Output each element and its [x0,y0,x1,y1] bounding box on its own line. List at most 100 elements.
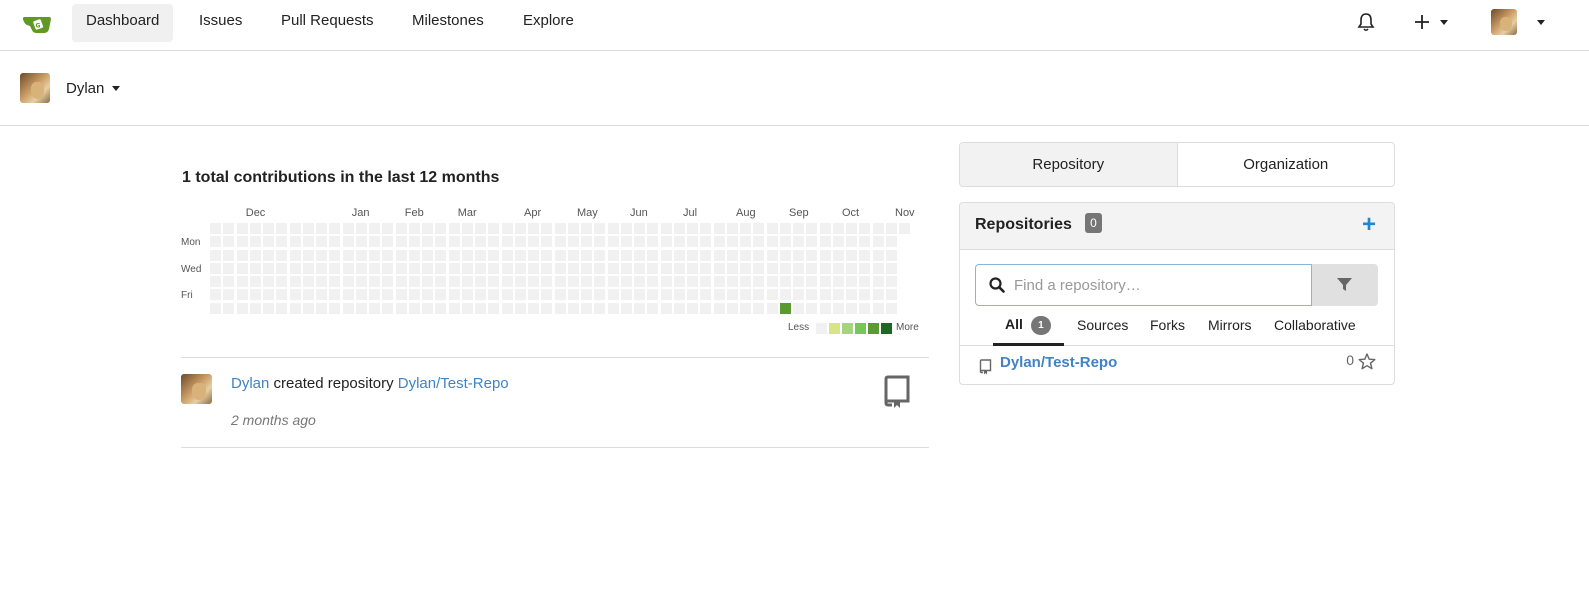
heatmap-cell[interactable] [541,249,553,261]
heatmap-cell[interactable] [302,276,314,287]
heatmap-cell[interactable] [687,223,698,234]
heatmap-cell[interactable] [753,223,765,234]
heatmap-cell[interactable] [369,276,380,287]
feed-actor-link[interactable]: Dylan [231,375,269,392]
heatmap-cell[interactable] [673,262,685,274]
heatmap-cell[interactable] [885,262,897,274]
heatmap-cell[interactable] [872,223,884,234]
heatmap-cell[interactable] [620,249,632,261]
heatmap-cell[interactable] [369,223,380,234]
heatmap-cell[interactable] [620,236,632,248]
heatmap-cell[interactable] [528,289,539,301]
heatmap-cell[interactable] [448,302,460,314]
heatmap-cell[interactable] [302,289,314,301]
heatmap-cell[interactable] [766,302,778,314]
heatmap-cell[interactable] [514,289,526,301]
heatmap-cell[interactable] [554,276,566,287]
heatmap-cell[interactable] [249,223,261,234]
heatmap-cell[interactable] [276,276,288,287]
heatmap-cell[interactable] [461,289,473,301]
heatmap-cell[interactable] [210,262,221,274]
heatmap-cell[interactable] [382,302,394,314]
heatmap-cell[interactable] [700,276,712,287]
heatmap-cell[interactable] [846,289,857,301]
heatmap-cell[interactable] [435,249,447,261]
heatmap-cell[interactable] [832,276,844,287]
heatmap-cell[interactable] [422,302,433,314]
heatmap-cell[interactable] [395,289,407,301]
heatmap-cell[interactable] [620,223,632,234]
heatmap-cell[interactable] [620,262,632,274]
heatmap-cell[interactable] [753,262,765,274]
heatmap-cell[interactable] [846,223,857,234]
heatmap-cell[interactable] [806,262,818,274]
heatmap-cell[interactable] [514,223,526,234]
heatmap-cell[interactable] [660,289,672,301]
heatmap-cell[interactable] [700,236,712,248]
heatmap-cell[interactable] [369,236,380,248]
heatmap-cell[interactable] [806,289,818,301]
heatmap-cell[interactable] [859,276,871,287]
heatmap-cell[interactable] [647,236,659,248]
heatmap-cell[interactable] [263,262,274,274]
heatmap-cell[interactable] [740,276,751,287]
heatmap-cell[interactable] [514,276,526,287]
heatmap-cell[interactable] [316,289,327,301]
heatmap-cell[interactable] [567,276,579,287]
nav-dashboard[interactable]: Dashboard [72,4,174,42]
heatmap-cell[interactable] [355,236,367,248]
heatmap-cell[interactable] [342,223,354,234]
heatmap-cell[interactable] [236,276,248,287]
heatmap-cell[interactable] [528,302,539,314]
heatmap-cell[interactable] [329,236,341,248]
heatmap-cell[interactable] [660,249,672,261]
heatmap-cell[interactable] [554,223,566,234]
heatmap-cell[interactable] [263,249,274,261]
heatmap-cell[interactable] [607,276,619,287]
heatmap-cell[interactable] [355,289,367,301]
heatmap-cell[interactable] [567,262,579,274]
heatmap-cell[interactable] [461,276,473,287]
heatmap-cell[interactable] [859,302,871,314]
heatmap-cell[interactable] [422,289,433,301]
heatmap-cell[interactable] [475,302,486,314]
heatmap-cell[interactable] [806,276,818,287]
heatmap-cell[interactable] [541,223,553,234]
heatmap-cell[interactable] [806,302,818,314]
user-menu[interactable] [1491,0,1545,44]
heatmap-cell[interactable] [355,302,367,314]
heatmap-cell[interactable] [488,249,500,261]
nav-issues[interactable]: Issues [185,4,256,42]
heatmap-cell[interactable] [779,236,791,248]
heatmap-cell[interactable] [872,276,884,287]
heatmap-cell[interactable] [382,262,394,274]
add-repo-icon[interactable]: + [1362,211,1376,239]
heatmap-cell[interactable] [289,249,301,261]
heatmap-cell[interactable] [329,262,341,274]
repo-link[interactable]: Dylan/Test-Repo [1000,354,1117,371]
heatmap-cell[interactable] [819,262,831,274]
heatmap-cell[interactable] [422,223,433,234]
heatmap-cell[interactable] [793,276,804,287]
avatar[interactable] [181,374,212,404]
heatmap-cell[interactable] [210,302,221,314]
heatmap-cell[interactable] [740,262,751,274]
heatmap-cell[interactable] [740,249,751,261]
heatmap-cell[interactable] [382,223,394,234]
heatmap-cell[interactable] [422,236,433,248]
heatmap-cell[interactable] [660,236,672,248]
heatmap-cell[interactable] [236,223,248,234]
heatmap-cell[interactable] [607,236,619,248]
heatmap-cell[interactable] [236,236,248,248]
heatmap-cell[interactable] [713,249,725,261]
heatmap-cell[interactable] [422,249,433,261]
heatmap-cell[interactable] [422,276,433,287]
heatmap-cell[interactable] [276,262,288,274]
heatmap-cell[interactable] [872,249,884,261]
heatmap-cell[interactable] [369,249,380,261]
heatmap-cell[interactable] [448,276,460,287]
heatmap-cell[interactable] [236,289,248,301]
filter-tab-sources[interactable]: Sources [1077,317,1128,333]
heatmap-cell[interactable] [859,289,871,301]
heatmap-cell[interactable] [594,276,606,287]
